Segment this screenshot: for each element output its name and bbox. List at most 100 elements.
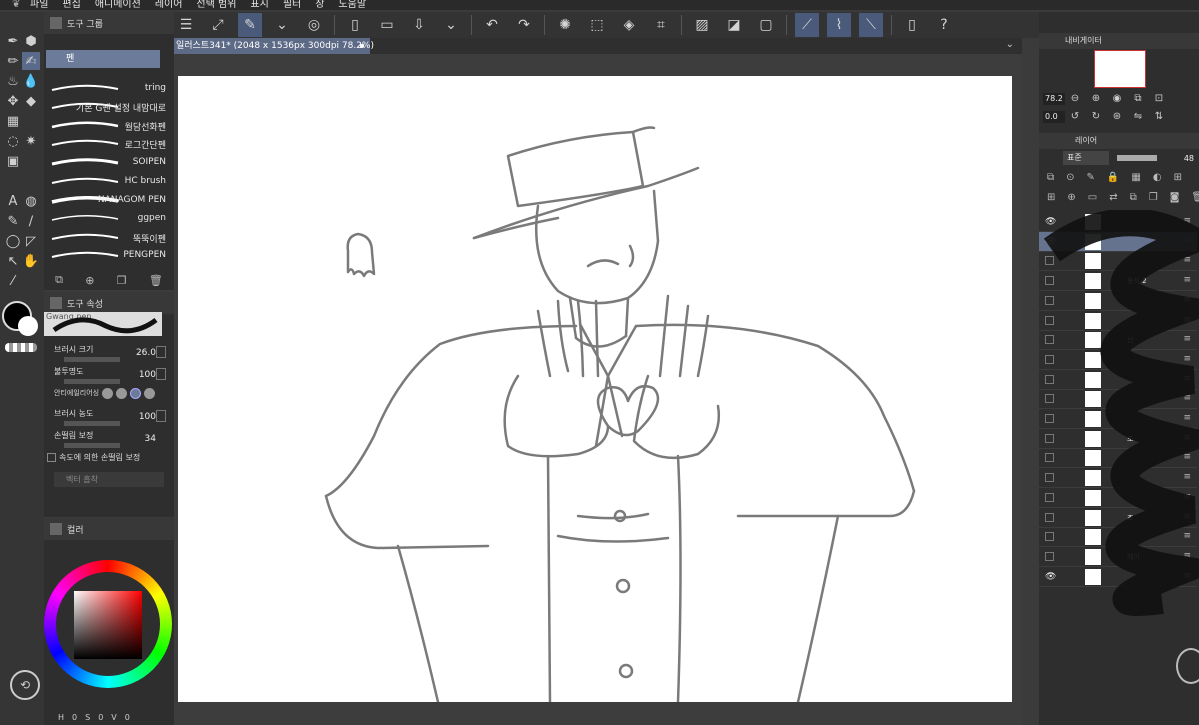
layer-row[interactable]: 조 ≡ [1039,508,1197,528]
pencil-tool-icon[interactable]: ✏ [4,52,22,70]
open-folder-icon[interactable]: ▭ [375,13,399,37]
actual-size-icon[interactable]: ◉ [1111,93,1123,105]
menu-help[interactable]: 도움말 [338,0,366,10]
delete-icon[interactable]: 🗑 [149,274,163,287]
visibility-toggle[interactable] [1045,453,1054,463]
layer-row[interactable]: ≡ [1039,370,1197,390]
clip-icon[interactable]: ⧉ [1047,172,1054,186]
rotate-left-icon[interactable]: ↺ [1069,111,1081,123]
opacity-pressure-button[interactable] [156,368,166,380]
menu-edit[interactable]: 편집 [62,0,80,10]
brush-size-slider[interactable] [64,357,120,362]
menu-filter[interactable]: 필터 [283,0,301,10]
pen-tool-icon[interactable]: ✒ [4,32,22,50]
layer-menu-icon[interactable]: ≡ [1183,492,1191,502]
brush-item[interactable]: 로그간단펜 [44,135,168,153]
layer-row[interactable]: ≡ [1039,311,1197,331]
hamburger-menu-icon[interactable]: ☰ [174,13,198,37]
visibility-toggle[interactable] [1045,414,1054,423]
speed-stabilization-checkbox[interactable]: 속도에 의한 손떨림 보정 [47,452,140,463]
zoom-in-icon[interactable]: ⊕ [1090,93,1102,105]
antialias-none-option[interactable] [102,387,114,399]
layer-row[interactable]: ≡ [1039,409,1197,429]
layer-menu-icon[interactable]: ≡ [1183,393,1191,403]
navigator-thumbnail[interactable] [1094,50,1146,88]
rotate-right-icon[interactable]: ↻ [1090,111,1102,123]
save-icon[interactable]: ⇩ [407,13,431,37]
gradient-tool-icon[interactable]: ▣ [4,152,22,170]
layer-row[interactable]: 👁 ≡ [1039,212,1197,232]
brush-item[interactable]: tring [44,80,168,98]
menu-layer[interactable]: 레이어 [155,0,183,10]
balloon-tool-icon[interactable]: ◍ [22,192,40,210]
visibility-toggle[interactable] [1045,256,1054,266]
menu-file[interactable]: 파일 [30,0,48,10]
eye-icon[interactable]: 👁 [1045,237,1056,247]
swirl-icon[interactable]: ◎ [302,13,326,37]
add-subtool-icon[interactable]: ⊕ [85,274,94,287]
visibility-toggle[interactable] [1045,512,1054,522]
text-tool-icon[interactable]: A [4,192,22,210]
chevron-down-icon[interactable]: ⌄ [1006,39,1014,50]
duplicate-icon[interactable]: ❐ [117,274,127,287]
menu-view[interactable]: 표시 [250,0,268,10]
fill-tool-icon[interactable]: ⬢ [22,32,40,50]
grid-tool-icon[interactable]: ▦ [4,112,22,130]
visibility-toggle[interactable] [1045,335,1054,345]
clear-outside-icon[interactable]: ◪ [722,13,746,37]
layer-row[interactable]: ≡ [1039,291,1197,311]
ruler-icon[interactable]: ⊞ [1174,172,1182,186]
opacity-slider[interactable] [64,379,120,384]
density-property[interactable]: 브러시 농도 100 [54,408,166,430]
new-folder-icon[interactable]: ▭ [1088,192,1097,206]
side-panel-toggle-button[interactable] [1176,648,1199,684]
undo-icon[interactable]: ↶ [480,13,504,37]
layer-menu-icon[interactable]: ≡ [1183,433,1191,443]
layer-menu-icon[interactable]: ≡ [1183,571,1191,581]
brush-item[interactable]: PENGPEN [44,247,168,265]
blend-mode-select[interactable]: 표준 [1063,151,1109,165]
line-tool-icon[interactable]: ∕ [22,212,40,230]
resize-icon[interactable]: ⤢ [206,13,230,37]
layer-menu-icon[interactable]: ≡ [1183,354,1191,364]
layer-opacity-slider[interactable] [1117,155,1157,161]
density-slider[interactable] [64,421,120,426]
layer-row[interactable]: ≡ [1039,350,1197,370]
layer-menu-icon[interactable]: ≡ [1183,236,1191,246]
flip-vertical-icon[interactable]: ⇅ [1153,111,1165,123]
sub-color-swatch[interactable] [18,316,38,336]
fit-icon[interactable]: ⧉ [1132,93,1144,105]
lock-icon[interactable]: 🔒 [1107,172,1119,186]
vector-tool-icon[interactable]: ✎ [4,212,22,230]
layer-row[interactable]: ≡ [1039,468,1197,489]
layer-menu-icon[interactable]: ≡ [1183,413,1191,423]
document-tab[interactable]: 일러스트341* (2048 x 1536px 300dpi 78.2%) [174,38,374,54]
density-pressure-button[interactable] [156,410,166,422]
brush-ruler-icon[interactable]: ⌇ [827,13,851,37]
drawing-paper[interactable] [178,76,1012,704]
stabilization-property[interactable]: 손떨림 보정 34 [54,430,166,452]
visibility-toggle[interactable] [1045,354,1054,364]
layer-row[interactable]: 👁 ≡ [1039,567,1197,587]
visibility-toggle[interactable] [1045,532,1054,542]
chevron-down-icon[interactable]: ⌄ [270,13,294,37]
brush-size-property[interactable]: 브러시 크기 26.0 [54,344,166,366]
clear-icon[interactable]: ▨ [690,13,714,37]
eraser-tool-icon[interactable]: ◆ [22,92,40,110]
brush-item[interactable]: SOIPEN [44,154,168,172]
flip-horizontal-icon[interactable]: ⇋ [1132,111,1144,123]
eye-icon[interactable]: 👁 [1045,217,1056,227]
layer-row[interactable]: 레이 ≡ [1039,547,1197,567]
opacity-value[interactable]: 100 [139,370,156,380]
menu-window[interactable]: 창 [315,0,324,10]
antialias-weak-option[interactable] [116,387,128,399]
brush-item[interactable]: ggpen [44,210,168,228]
frame-tool-icon[interactable]: ◸ [22,232,40,250]
gpen-tool-icon[interactable]: ✍ [22,52,40,70]
layer-menu-icon[interactable]: ≡ [1183,275,1191,285]
checkbox[interactable] [47,453,56,462]
line-ruler-icon[interactable]: ⟍ [859,13,883,37]
layer-row[interactable]: 👁 ≡ [1039,231,1197,252]
layer-menu-icon[interactable]: ≡ [1183,551,1191,561]
new-file-icon[interactable]: ▯ [343,13,367,37]
